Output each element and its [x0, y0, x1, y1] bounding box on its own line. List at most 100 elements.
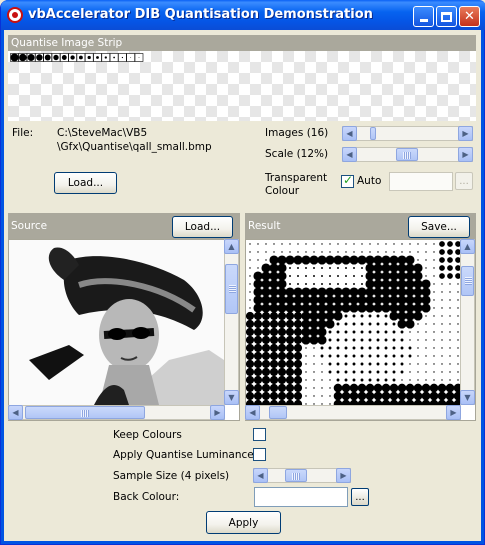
transparent-colour-picker-button[interactable]: ...: [455, 172, 473, 190]
close-button[interactable]: ✕: [459, 6, 480, 27]
back-colour-field[interactable]: [254, 487, 348, 507]
halftone-dot: [417, 347, 419, 349]
minimize-button[interactable]: [413, 6, 434, 27]
scroll-right-icon[interactable]: ▶: [446, 405, 461, 420]
halftone-dot: [305, 267, 307, 269]
halftone-dot: [344, 322, 348, 326]
result-save-button[interactable]: Save...: [408, 216, 470, 238]
halftone-dot: [385, 243, 387, 245]
halftone-dot: [421, 303, 431, 313]
result-hscroll-thumb[interactable]: [269, 406, 287, 419]
halftone-dot: [253, 311, 263, 321]
scroll-left-icon[interactable]: ◀: [245, 405, 260, 420]
source-vscroll-thumb[interactable]: [225, 264, 238, 314]
halftone-dot: [352, 370, 356, 374]
scale-scrollbar[interactable]: ◀ ▶: [342, 147, 473, 162]
halftone-dot: [433, 331, 435, 333]
halftone-dot: [329, 267, 331, 269]
halftone-dot: [269, 303, 279, 313]
scroll-left-icon[interactable]: ◀: [342, 147, 357, 162]
scroll-right-icon[interactable]: ▶: [336, 468, 351, 483]
source-hscroll-thumb[interactable]: [25, 406, 145, 419]
strip-swatch-dot: [53, 54, 59, 61]
title-bar[interactable]: vbAccelerator DIB Quantisation Demonstra…: [1, 0, 485, 30]
halftone-dot: [246, 311, 255, 321]
scroll-up-icon[interactable]: ▲: [460, 239, 475, 254]
maximize-button[interactable]: [436, 6, 457, 27]
images-scroll-thumb[interactable]: [370, 127, 376, 140]
transparent-colour-field[interactable]: [389, 172, 453, 191]
halftone-dot: [261, 359, 271, 369]
halftone-dot: [329, 379, 331, 381]
halftone-dot: [405, 383, 415, 393]
halftone-dot: [257, 251, 259, 253]
halftone-dot: [349, 303, 359, 313]
scroll-up-icon[interactable]: ▲: [224, 239, 239, 254]
scroll-left-icon[interactable]: ◀: [342, 126, 357, 141]
back-colour-picker-button[interactable]: ...: [351, 488, 369, 506]
source-load-button[interactable]: Load...: [172, 216, 233, 238]
strip-swatch-dot: [113, 56, 115, 59]
scroll-left-icon[interactable]: ◀: [253, 468, 268, 483]
apply-button[interactable]: Apply: [206, 511, 281, 534]
halftone-dot: [249, 307, 251, 309]
halftone-dot: [257, 243, 259, 245]
halftone-dot: [261, 367, 271, 377]
halftone-dot: [341, 303, 351, 313]
halftone-dot: [313, 347, 315, 349]
sample-size-scrollbar[interactable]: ◀ ▶: [253, 468, 351, 483]
halftone-dot: [261, 303, 271, 313]
scroll-right-icon[interactable]: ▶: [458, 126, 473, 141]
halftone-dot: [439, 249, 445, 255]
halftone-dot: [249, 267, 251, 269]
halftone-dot: [293, 311, 303, 321]
halftone-dot: [381, 383, 391, 393]
scroll-right-icon[interactable]: ▶: [210, 405, 225, 420]
scroll-down-icon[interactable]: ▼: [224, 390, 239, 405]
halftone-dot: [313, 387, 315, 389]
scroll-down-icon[interactable]: ▼: [460, 390, 475, 405]
result-vscrollbar[interactable]: ▲ ▼: [460, 239, 475, 405]
halftone-dot: [405, 287, 415, 297]
halftone-dot: [376, 314, 380, 318]
result-vscroll-thumb[interactable]: [461, 266, 474, 296]
halftone-dot: [449, 283, 451, 285]
result-hscrollbar[interactable]: ◀ ▶: [245, 405, 461, 420]
scale-scroll-thumb[interactable]: [396, 148, 418, 161]
source-hscrollbar[interactable]: ◀ ▶: [8, 405, 225, 420]
halftone-dot: [400, 338, 404, 342]
halftone-dot: [337, 283, 339, 285]
halftone-dot: [293, 343, 303, 353]
halftone-dot: [376, 322, 380, 326]
halftone-dot: [352, 346, 356, 350]
halftone-dot: [328, 354, 332, 358]
source-vscrollbar[interactable]: ▲ ▼: [224, 239, 239, 405]
halftone-dot: [336, 338, 340, 342]
halftone-dot: [249, 291, 251, 293]
sample-size-thumb[interactable]: [285, 469, 307, 482]
halftone-dot: [457, 355, 459, 357]
halftone-dot: [425, 363, 427, 365]
halftone-dot: [293, 383, 303, 393]
halftone-dot: [457, 371, 459, 373]
images-label: Images (16): [265, 127, 329, 139]
halftone-dot: [457, 331, 459, 333]
halftone-dot: [349, 391, 359, 401]
keep-colours-checkbox[interactable]: [253, 428, 266, 441]
auto-label: Auto: [357, 175, 382, 187]
scroll-left-icon[interactable]: ◀: [8, 405, 23, 420]
halftone-dot: [449, 363, 451, 365]
scroll-right-icon[interactable]: ▶: [458, 147, 473, 162]
auto-checkbox[interactable]: [341, 173, 354, 188]
apply-luminance-checkbox[interactable]: [253, 448, 266, 461]
app-icon[interactable]: [7, 7, 23, 23]
halftone-dot: [301, 255, 311, 265]
file-load-button[interactable]: Load...: [54, 172, 117, 194]
halftone-dot: [447, 241, 453, 247]
halftone-dot: [309, 311, 319, 321]
halftone-dot: [433, 363, 435, 365]
halftone-dot: [425, 371, 427, 373]
halftone-dot: [301, 335, 311, 345]
images-scrollbar[interactable]: ◀ ▶: [342, 126, 473, 141]
halftone-dot: [349, 295, 359, 305]
